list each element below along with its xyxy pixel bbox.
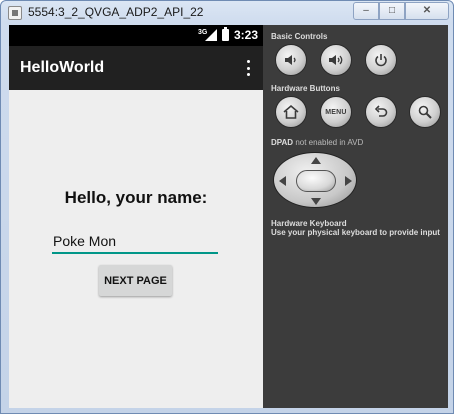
dpad-title: DPAD: [271, 138, 294, 147]
volume-down-icon: [285, 55, 296, 65]
dpad-up-icon[interactable]: [311, 157, 321, 164]
volume-up-icon: [329, 55, 343, 65]
window-controls: – □ ✕: [353, 2, 449, 20]
power-button[interactable]: [365, 44, 397, 76]
hardware-buttons-label: Hardware Buttons: [271, 84, 340, 93]
main-content: Hello, your name: NEXT PAGE: [9, 90, 263, 408]
battery-icon: [222, 27, 229, 41]
status-bar: 3G 3:23: [9, 25, 263, 46]
signal-icon: [205, 29, 217, 41]
title-bar: 5554:3_2_QVGA_ADP2_API_22 – □ ✕: [1, 1, 454, 25]
back-icon: [374, 105, 388, 117]
name-input[interactable]: [52, 232, 218, 254]
home-button[interactable]: [275, 96, 307, 128]
dpad-note: not enabled in AVD: [295, 138, 364, 147]
app-title: HelloWorld: [20, 59, 105, 76]
controls-panel: Basic Controls Hardware Buttons MENU DPA…: [263, 25, 448, 408]
greeting-label: Hello, your name:: [64, 188, 208, 207]
minimize-button[interactable]: –: [353, 2, 379, 20]
menu-button[interactable]: MENU: [320, 96, 352, 128]
app-icon: [8, 6, 22, 20]
menu-icon: MENU: [325, 108, 347, 116]
emulator-window: 5554:3_2_QVGA_ADP2_API_22 – □ ✕ 3G 3:23 …: [0, 0, 454, 414]
dpad-right-icon[interactable]: [345, 176, 352, 186]
next-page-button[interactable]: NEXT PAGE: [99, 265, 172, 296]
search-button[interactable]: [409, 96, 441, 128]
search-icon: [418, 105, 432, 119]
volume-up-button[interactable]: [320, 44, 352, 76]
hardware-keyboard-label: Hardware Keyboard: [271, 219, 347, 228]
more-vert-icon[interactable]: [246, 60, 250, 76]
volume-down-button[interactable]: [275, 44, 307, 76]
home-icon: [283, 104, 299, 119]
back-button[interactable]: [365, 96, 397, 128]
status-time: 3:23: [234, 28, 259, 42]
close-button[interactable]: ✕: [405, 2, 449, 20]
window-title: 5554:3_2_QVGA_ADP2_API_22: [28, 5, 204, 19]
device-screen: 3G 3:23 HelloWorld Hello, your name: NEX…: [9, 25, 263, 408]
action-bar: HelloWorld: [9, 46, 263, 90]
dpad-center-button[interactable]: [296, 170, 336, 192]
hardware-keyboard-note: Use your physical keyboard to provide in…: [271, 228, 440, 237]
power-icon: [375, 54, 387, 67]
maximize-button[interactable]: □: [379, 2, 405, 20]
dpad-label: DPAD not enabled in AVD: [271, 138, 363, 147]
dpad-down-icon[interactable]: [311, 198, 321, 205]
basic-controls-label: Basic Controls: [271, 32, 328, 41]
dpad-left-icon[interactable]: [279, 176, 286, 186]
dpad[interactable]: [273, 152, 357, 208]
